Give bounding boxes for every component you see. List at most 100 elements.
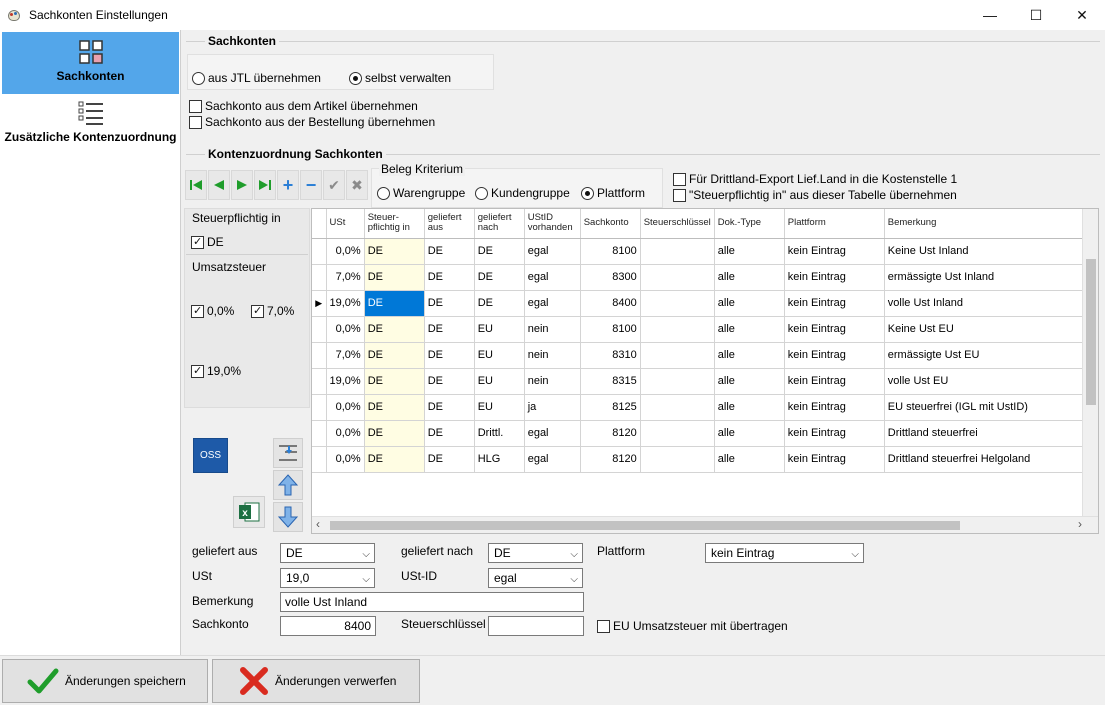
table-cell[interactable] (640, 368, 715, 395)
table-cell[interactable]: alle (714, 368, 785, 395)
row-indicator[interactable] (312, 316, 327, 343)
plattform-select[interactable]: kein Eintrag ⌵ (705, 543, 864, 563)
table-cell[interactable] (640, 264, 715, 291)
minimize-button[interactable]: — (967, 0, 1013, 30)
vertical-scroll-thumb[interactable] (1086, 259, 1096, 405)
row-indicator[interactable] (312, 420, 327, 447)
last-record-button[interactable] (254, 170, 276, 200)
horizontal-scroll-thumb[interactable] (330, 521, 960, 530)
table-cell[interactable]: DE (364, 368, 425, 395)
table-cell[interactable]: 8300 (580, 264, 641, 291)
row-indicator[interactable] (312, 238, 327, 265)
first-record-button[interactable] (185, 170, 207, 200)
table-cell[interactable]: DE (474, 264, 525, 291)
row-indicator[interactable] (312, 264, 327, 291)
table-cell[interactable]: 8100 (580, 316, 641, 343)
table-cell[interactable]: 8125 (580, 394, 641, 421)
chk-sachkonto-artikel[interactable]: Sachkonto aus dem Artikel übernehmen (189, 99, 418, 113)
column-header[interactable]: Dok.-Type (714, 209, 785, 239)
table-row[interactable]: 0,0% DE DE Drittl. egal 8120 alle kein Eintrag D… (312, 420, 1083, 447)
table-cell[interactable]: nein (524, 316, 581, 343)
discard-changes-button[interactable]: Änderungen verwerfen (212, 659, 420, 703)
table-cell[interactable] (640, 446, 715, 473)
scroll-right-icon[interactable]: › (1078, 517, 1082, 531)
cancel-record-button[interactable]: ✖ (346, 170, 368, 200)
table-cell[interactable]: kein Eintrag (784, 238, 885, 265)
table-row[interactable]: 0,0% DE DE HLG egal 8120 alle kein Eintrag Dritt… (312, 446, 1083, 473)
table-cell[interactable] (640, 420, 715, 447)
table-cell[interactable]: Drittland steuerfrei Helgoland (884, 446, 1083, 473)
table-cell[interactable]: DE (424, 290, 475, 317)
column-header[interactable]: geliefert aus (424, 209, 475, 239)
table-cell[interactable]: 0,0% (326, 238, 365, 265)
table-row[interactable]: 19,0% DE DE EU nein 8315 alle kein Eintrag volle… (312, 368, 1083, 395)
table-cell[interactable]: 0,0% (326, 316, 365, 343)
chk-sachkonto-bestellung[interactable]: Sachkonto aus der Bestellung übernehmen (189, 115, 435, 129)
table-cell[interactable]: HLG (474, 446, 525, 473)
radio-aus-jtl[interactable]: aus JTL übernehmen (192, 71, 321, 85)
table-cell[interactable]: DE (364, 446, 425, 473)
table-cell[interactable]: ermässigte Ust EU (884, 342, 1083, 369)
table-cell[interactable]: ermässigte Ust Inland (884, 264, 1083, 291)
horizontal-scrollbar[interactable]: ‹ › (312, 516, 1098, 533)
chk-drittland-export[interactable]: Für Drittland-Export Lief.Land in die Ko… (673, 172, 957, 186)
table-cell[interactable]: Drittland steuerfrei (884, 420, 1083, 447)
table-cell[interactable]: egal (524, 290, 581, 317)
chk-ust-7[interactable]: 7,0% (251, 304, 294, 318)
table-cell[interactable]: DE (364, 238, 425, 265)
table-cell[interactable]: alle (714, 420, 785, 447)
table-cell[interactable]: alle (714, 394, 785, 421)
table-cell[interactable] (640, 342, 715, 369)
table-cell[interactable]: alle (714, 342, 785, 369)
table-cell[interactable]: EU (474, 316, 525, 343)
chk-steuerpflichtig-tabelle[interactable]: "Steuerpflichtig in" aus dieser Tabelle … (673, 188, 957, 202)
table-cell[interactable]: DE (424, 342, 475, 369)
table-cell[interactable]: DE (424, 316, 475, 343)
ust-select[interactable]: 19,0 ⌵ (280, 568, 375, 588)
ustid-select[interactable]: egal ⌵ (488, 568, 583, 588)
row-indicator[interactable] (312, 394, 327, 421)
nav-item-sachkonten[interactable]: Sachkonten (2, 32, 179, 94)
steuerschluessel-input[interactable] (488, 616, 584, 636)
scroll-left-icon[interactable]: ‹ (316, 517, 320, 531)
chk-eu-umsatzsteuer[interactable]: EU Umsatzsteuer mit übertragen (597, 619, 788, 633)
table-cell[interactable]: 8315 (580, 368, 641, 395)
maximize-button[interactable]: ☐ (1013, 0, 1059, 30)
column-header[interactable]: Steuerschlüssel (640, 209, 715, 239)
table-cell[interactable] (640, 290, 715, 317)
table-cell[interactable]: DE (424, 394, 475, 421)
table-cell[interactable]: alle (714, 316, 785, 343)
table-cell[interactable]: kein Eintrag (784, 316, 885, 343)
table-cell[interactable]: volle Ust EU (884, 368, 1083, 395)
oss-button[interactable]: OSS (193, 438, 228, 473)
table-row[interactable]: 7,0% DE DE DE egal 8300 alle kein Eintrag ermäss… (312, 264, 1083, 291)
chk-ust-0[interactable]: 0,0% (191, 304, 234, 318)
table-cell[interactable] (640, 238, 715, 265)
table-cell[interactable]: nein (524, 368, 581, 395)
table-cell[interactable]: 7,0% (326, 342, 365, 369)
vertical-scrollbar[interactable] (1082, 209, 1098, 517)
column-header[interactable]: USt (326, 209, 365, 239)
close-button[interactable]: ✕ (1059, 0, 1105, 30)
table-cell[interactable]: EU (474, 342, 525, 369)
table-cell[interactable]: nein (524, 342, 581, 369)
table-cell[interactable]: alle (714, 446, 785, 473)
row-indicator[interactable] (312, 368, 327, 395)
table-cell[interactable] (640, 394, 715, 421)
table-cell[interactable]: kein Eintrag (784, 394, 885, 421)
table-cell[interactable]: ja (524, 394, 581, 421)
radio-plattform[interactable]: Plattform (581, 186, 645, 200)
table-row[interactable]: 0,0% DE DE DE egal 8100 alle kein Eintrag Keine … (312, 238, 1083, 265)
table-cell[interactable]: Keine Ust Inland (884, 238, 1083, 265)
column-header[interactable]: UStID vorhanden (524, 209, 581, 239)
table-cell[interactable]: EU (474, 368, 525, 395)
table-cell[interactable]: EU steuerfrei (IGL mit UstID) (884, 394, 1083, 421)
column-header[interactable]: Steuer-pflichtig in (364, 209, 425, 239)
table-cell[interactable]: 8120 (580, 420, 641, 447)
delete-record-button[interactable]: − (300, 170, 322, 200)
table-cell[interactable]: 8310 (580, 342, 641, 369)
table-cell[interactable]: DE (424, 238, 475, 265)
table-cell[interactable]: Keine Ust EU (884, 316, 1083, 343)
table-cell[interactable]: DE (364, 420, 425, 447)
table-cell[interactable]: 0,0% (326, 446, 365, 473)
